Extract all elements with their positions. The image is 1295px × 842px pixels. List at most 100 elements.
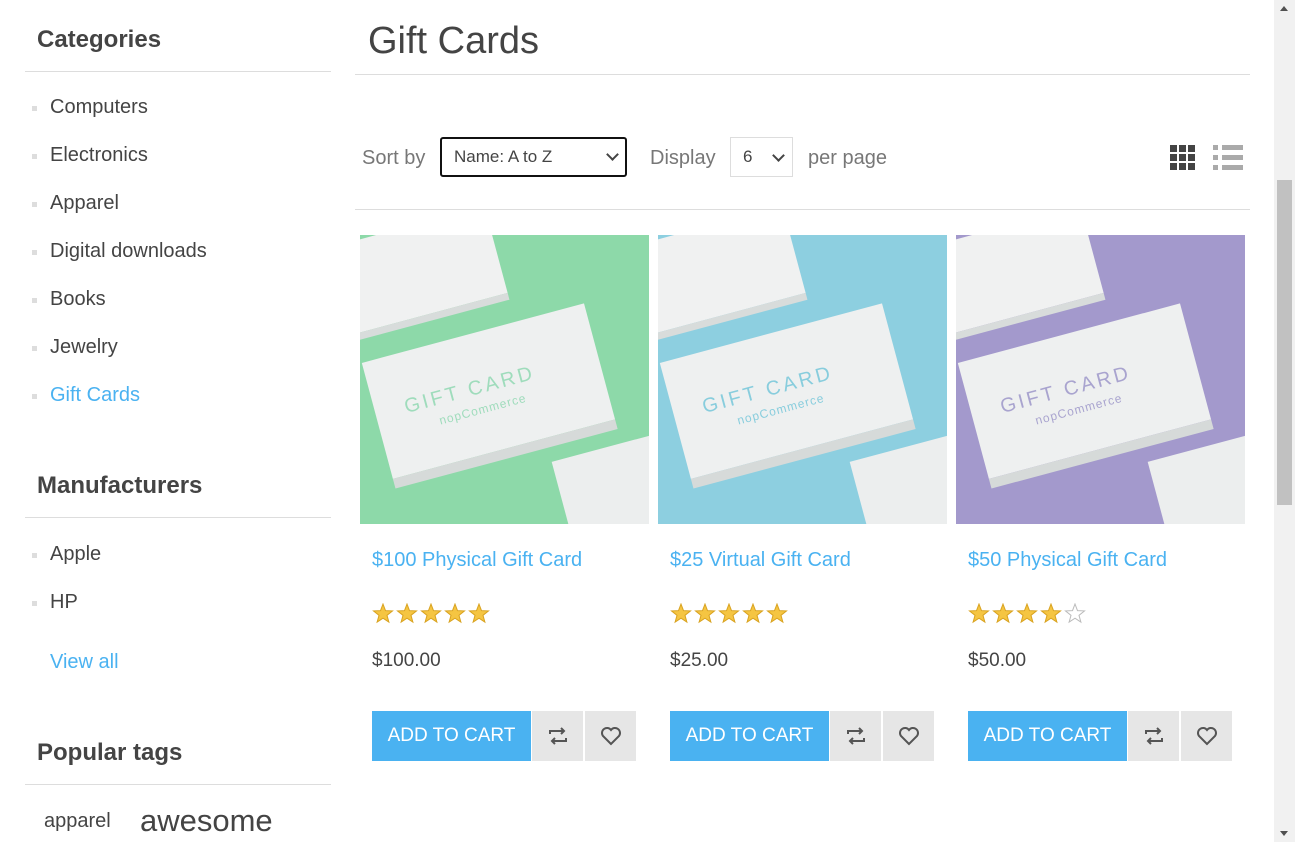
add-to-cart-button[interactable]: ADD TO CART bbox=[372, 711, 531, 761]
heart-icon bbox=[601, 727, 621, 746]
bullet-icon bbox=[32, 298, 37, 303]
category-label[interactable]: Digital downloads bbox=[50, 239, 207, 263]
sidebar: Categories Computers Electronics Apparel… bbox=[25, 0, 331, 838]
rating-stars bbox=[372, 602, 490, 624]
star-filled-icon bbox=[670, 602, 692, 624]
page-title-bar: Gift Cards bbox=[355, 0, 1250, 75]
page-scrollbar[interactable] bbox=[1274, 0, 1295, 842]
sort-by-label: Sort by bbox=[362, 147, 426, 169]
add-to-compare-button[interactable] bbox=[531, 711, 583, 761]
bullet-icon bbox=[32, 346, 37, 351]
page-size-select[interactable]: 6 bbox=[730, 137, 793, 177]
compare-icon bbox=[847, 727, 865, 745]
page-title: Gift Cards bbox=[368, 20, 540, 62]
star-filled-icon bbox=[718, 602, 740, 624]
popular-tags-title: Popular tags bbox=[37, 739, 183, 766]
main-content: Gift Cards Sort by Name: A to Z Display … bbox=[355, 0, 1250, 842]
star-filled-icon bbox=[766, 602, 788, 624]
product-image[interactable]: GIFT CARD nopCommerce bbox=[658, 235, 947, 524]
product-selectors: Sort by Name: A to Z Display 6 per page bbox=[355, 75, 1250, 210]
add-to-wishlist-button[interactable] bbox=[584, 711, 636, 761]
gift-card-picture: GIFT CARD nopCommerce bbox=[360, 235, 649, 524]
categories-list: Computers Electronics Apparel Digital do… bbox=[25, 72, 331, 431]
category-label[interactable]: Computers bbox=[50, 95, 148, 119]
category-label[interactable]: Books bbox=[50, 287, 106, 311]
bullet-icon bbox=[32, 601, 37, 606]
category-item-computers[interactable]: Computers bbox=[25, 95, 331, 143]
scroll-up-arrow-icon[interactable] bbox=[1280, 6, 1288, 11]
bullet-icon bbox=[32, 394, 37, 399]
bullet-icon bbox=[32, 202, 37, 207]
product-image[interactable]: GIFT CARD nopCommerce bbox=[360, 235, 649, 524]
chevron-down-icon bbox=[606, 148, 619, 161]
category-item-gift-cards[interactable]: Gift Cards bbox=[25, 383, 331, 431]
product-title-link[interactable]: $50 Physical Gift Card bbox=[968, 549, 1167, 572]
heart-icon bbox=[899, 727, 919, 746]
product-rating bbox=[968, 602, 1093, 625]
star-filled-icon bbox=[468, 602, 490, 624]
add-to-wishlist-button[interactable] bbox=[882, 711, 934, 761]
product-image[interactable]: GIFT CARD nopCommerce bbox=[956, 235, 1245, 524]
star-filled-icon bbox=[372, 602, 394, 624]
manufacturer-label[interactable]: HP bbox=[50, 590, 78, 614]
star-filled-icon bbox=[1040, 602, 1062, 624]
scrollbar-thumb[interactable] bbox=[1277, 180, 1292, 505]
category-label[interactable]: Electronics bbox=[50, 143, 148, 167]
heart-icon bbox=[1197, 727, 1217, 746]
star-filled-icon bbox=[444, 602, 466, 624]
star-filled-icon bbox=[742, 602, 764, 624]
grid-view-icon[interactable] bbox=[1170, 145, 1196, 171]
category-item-electronics[interactable]: Electronics bbox=[25, 143, 331, 191]
product-price: $100.00 bbox=[372, 650, 441, 671]
product-rating bbox=[372, 602, 497, 625]
star-filled-icon bbox=[968, 602, 990, 624]
category-item-apparel[interactable]: Apparel bbox=[25, 191, 331, 239]
tag-awesome[interactable]: awesome bbox=[140, 803, 273, 839]
category-item-digital-downloads[interactable]: Digital downloads bbox=[25, 239, 331, 287]
bullet-icon bbox=[32, 250, 37, 255]
category-label-active[interactable]: Gift Cards bbox=[50, 383, 140, 407]
star-filled-icon bbox=[1016, 602, 1038, 624]
add-to-wishlist-button[interactable] bbox=[1180, 711, 1232, 761]
sort-by-select[interactable]: Name: A to Z bbox=[440, 137, 627, 177]
manufacturer-label[interactable]: Apple bbox=[50, 542, 101, 566]
popular-tags-block: Popular tags apparel awesome bbox=[25, 713, 331, 838]
compare-icon bbox=[549, 727, 567, 745]
scroll-down-arrow-icon[interactable] bbox=[1280, 831, 1288, 836]
tag-apparel[interactable]: apparel bbox=[44, 810, 111, 833]
product-title-link[interactable]: $25 Virtual Gift Card bbox=[670, 549, 851, 572]
manufacturers-block: Manufacturers Apple HP View all bbox=[25, 446, 331, 673]
rating-stars bbox=[968, 602, 1086, 624]
display-label: Display bbox=[650, 147, 716, 169]
bullet-icon bbox=[32, 154, 37, 159]
product-price: $50.00 bbox=[968, 650, 1027, 671]
category-label[interactable]: Jewelry bbox=[50, 335, 118, 359]
categories-header: Categories bbox=[25, 0, 331, 72]
add-to-cart-button[interactable]: ADD TO CART bbox=[670, 711, 829, 761]
add-to-compare-button[interactable] bbox=[1127, 711, 1179, 761]
list-view-icon[interactable] bbox=[1213, 145, 1243, 171]
star-empty-icon bbox=[1064, 602, 1086, 624]
manufacturer-item-apple[interactable]: Apple bbox=[25, 542, 331, 590]
product-rating bbox=[670, 602, 795, 625]
page-size-value: 6 bbox=[743, 147, 753, 166]
add-to-compare-button[interactable] bbox=[829, 711, 881, 761]
view-all-manufacturers-link[interactable]: View all bbox=[50, 651, 119, 674]
manufacturer-item-hp[interactable]: HP bbox=[25, 590, 331, 638]
rating-stars bbox=[670, 602, 788, 624]
category-item-books[interactable]: Books bbox=[25, 287, 331, 335]
popular-tags-header: Popular tags bbox=[25, 713, 331, 785]
product-price: $25.00 bbox=[670, 650, 729, 671]
category-item-jewelry[interactable]: Jewelry bbox=[25, 335, 331, 383]
per-page-label: per page bbox=[808, 147, 887, 169]
product-title-link[interactable]: $100 Physical Gift Card bbox=[372, 549, 582, 572]
gift-card-picture: GIFT CARD nopCommerce bbox=[956, 235, 1245, 524]
bullet-icon bbox=[32, 106, 37, 111]
add-to-cart-button[interactable]: ADD TO CART bbox=[968, 711, 1127, 761]
compare-icon bbox=[1145, 727, 1163, 745]
star-filled-icon bbox=[420, 602, 442, 624]
star-filled-icon bbox=[396, 602, 418, 624]
gift-card-picture: GIFT CARD nopCommerce bbox=[658, 235, 947, 524]
star-filled-icon bbox=[694, 602, 716, 624]
category-label[interactable]: Apparel bbox=[50, 191, 119, 215]
